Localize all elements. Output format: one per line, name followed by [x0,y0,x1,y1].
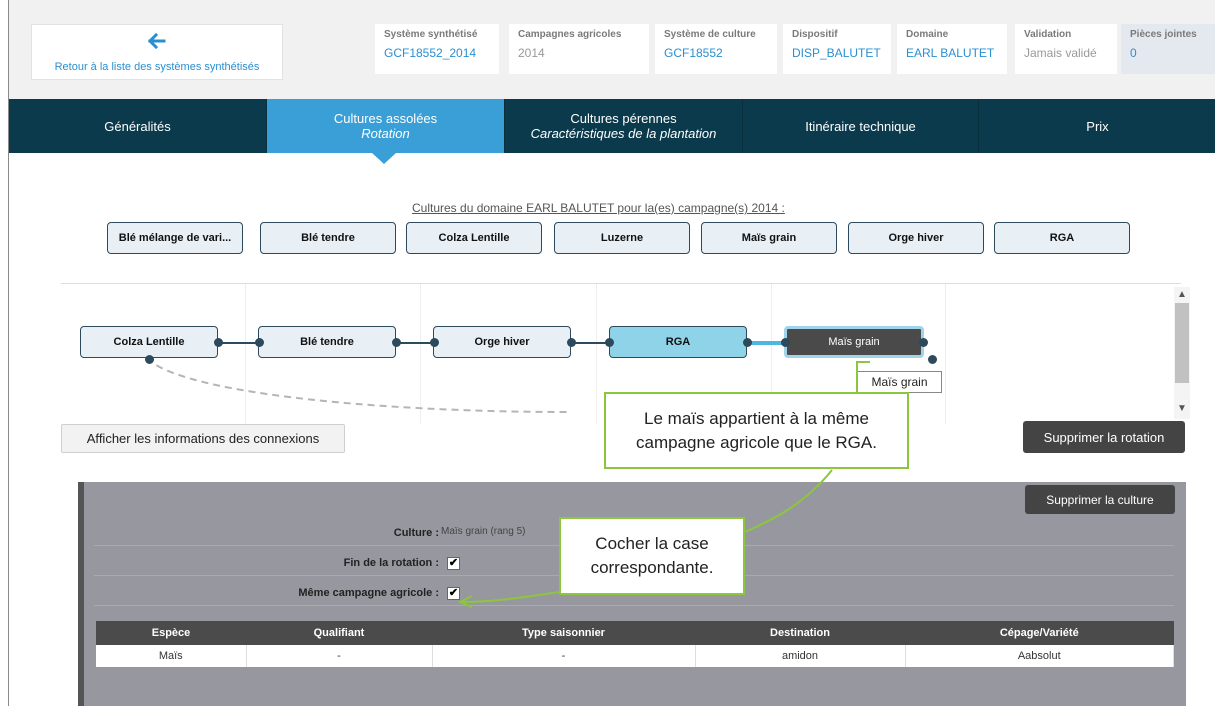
species-table: Espèce Qualifiant Type saisonnier Destin… [96,621,1174,667]
pieces-jointes-link[interactable]: 0 [1130,46,1207,60]
info-validation: Validation Jamais validé [1015,24,1117,74]
meme-campagne-checkbox[interactable]: ✔ [447,587,460,600]
crop-chip[interactable]: Maïs grain [701,222,837,254]
crop-chip[interactable]: Blé tendre [260,222,396,254]
delete-rotation-button[interactable]: Supprimer la rotation [1023,421,1185,453]
tab-itineraire-technique[interactable]: Itinéraire technique [743,99,979,153]
connector-dot [255,338,264,347]
rotation-node-mais-grain[interactable]: Maïs grain [784,326,924,358]
rotation-graph: Colza Lentille Blé tendre Orge hiver RGA… [9,284,1164,424]
crop-chip[interactable]: Orge hiver [848,222,984,254]
dispositif-link[interactable]: DISP_BALUTET [792,46,882,60]
systeme-synthetise-link[interactable]: GCF18552_2014 [384,46,490,60]
table-cell: - [246,645,433,667]
rotation-node-rga[interactable]: RGA [609,326,747,358]
table-cell: Maïs [96,645,247,667]
annotation-callout: Cocher la case correspondante. [559,517,745,595]
tab-bar: Généralités Cultures assolées Rotation C… [9,99,1215,153]
table-cell: amidon [695,645,906,667]
culture-label: Culture : [393,527,439,539]
show-connections-button[interactable]: Afficher les informations des connexions [61,424,345,453]
connector-dot [392,338,401,347]
tab-generalites[interactable]: Généralités [9,99,267,153]
connector-dot [605,338,614,347]
meme-campagne-label: Même campagne agricole : [298,587,439,599]
connector-dot [430,338,439,347]
table-cell: Aabsolut [905,645,1174,667]
info-systeme-culture: Système de culture GCF18552 [655,24,777,74]
crop-chip[interactable]: Luzerne [554,222,690,254]
fin-rotation-checkbox[interactable]: ✔ [447,557,460,570]
crop-chip[interactable]: RGA [994,222,1130,254]
connector-dot [145,355,154,364]
table-row[interactable]: Maïs - - amidon Aabsolut [96,645,1174,667]
info-campagnes: Campagnes agricoles 2014 [509,24,649,74]
connector-dot [781,338,790,347]
table-cell: - [432,645,696,667]
info-systeme-synthetise: Système synthétisé GCF18552_2014 [375,24,499,74]
rotation-node-ble-tendre[interactable]: Blé tendre [258,326,396,358]
column-header: Qualifiant [246,621,432,645]
rotation-connection[interactable] [222,342,259,344]
scrollbar-thumb[interactable] [1175,303,1189,383]
culture-value: Maïs grain (rang 5) [441,526,526,537]
info-dispositif: Dispositif DISP_BALUTET [783,24,891,74]
rotation-node-colza-lentille[interactable]: Colza Lentille [80,326,218,358]
table-header-row: Espèce Qualifiant Type saisonnier Destin… [96,621,1174,645]
active-tab-caret [372,153,396,164]
scroll-up-icon[interactable]: ▲ [1174,289,1190,300]
column-header: Destination [695,621,905,645]
info-pieces-jointes: Pièces jointes 0 [1121,24,1215,74]
back-arrow-icon [32,33,282,49]
scroll-down-icon[interactable]: ▼ [1174,403,1190,414]
fin-rotation-label: Fin de la rotation : [343,557,439,569]
crop-chip[interactable]: Colza Lentille [406,222,542,254]
domaine-link[interactable]: EARL BALUTET [906,46,998,60]
connector-dot [919,338,928,347]
connector-dot [214,338,223,347]
column-header: Type saisonnier [432,621,695,645]
delete-culture-button[interactable]: Supprimer la culture [1025,485,1175,514]
app-frame: Retour à la liste des systèmes synthétis… [8,0,1215,706]
connector-dot [743,338,752,347]
info-domaine: Domaine EARL BALUTET [897,24,1007,74]
column-header: Cépage/Variété [905,621,1174,645]
node-tooltip: Maïs grain [857,371,942,393]
domain-crops-title: Cultures du domaine EARL BALUTET pour la… [412,201,785,215]
back-link-label: Retour à la liste des systèmes synthétis… [54,61,260,73]
annotation-callout: Le maïs appartient à la même campagne ag… [604,392,909,469]
tab-cultures-perennes[interactable]: Cultures pérennes Caractéristiques de la… [505,99,743,153]
connector-dot [567,338,576,347]
connector-dot [928,355,937,364]
systeme-culture-link[interactable]: GCF18552 [664,46,768,60]
header: Retour à la liste des systèmes synthétis… [9,0,1215,97]
column-header: Espèce [96,621,246,645]
crop-chip[interactable]: Blé mélange de vari... [107,222,243,254]
back-to-list-button[interactable]: Retour à la liste des systèmes synthétis… [31,24,283,80]
rotation-node-orge-hiver[interactable]: Orge hiver [433,326,571,358]
tab-cultures-assolees[interactable]: Cultures assolées Rotation [267,99,505,153]
tab-prix[interactable]: Prix [979,99,1215,153]
